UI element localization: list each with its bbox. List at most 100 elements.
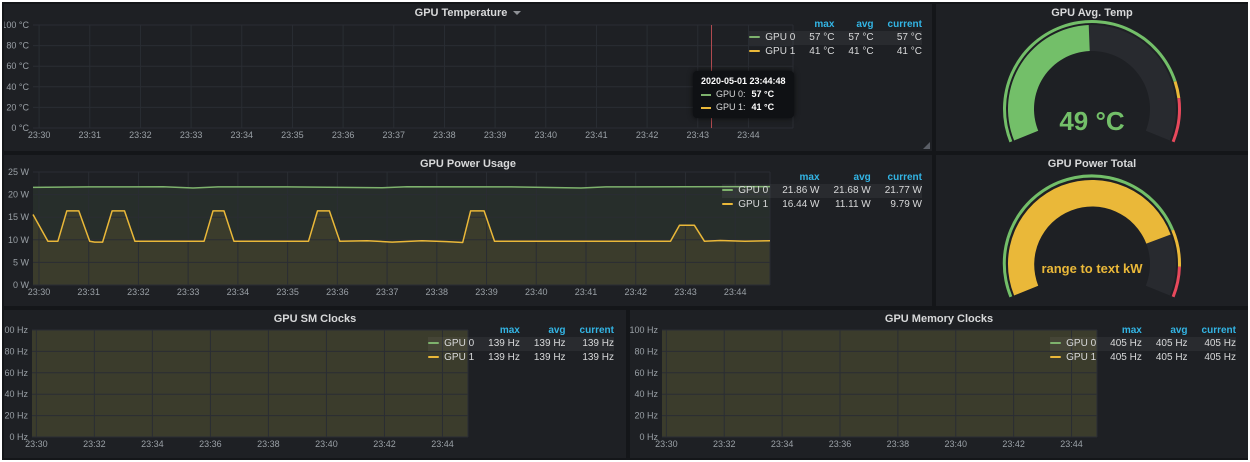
x-axis-label: 23:42 (636, 130, 659, 140)
panel-gpu-power-usage: GPU Power Usage 0 W5 W10 W15 W20 W25 W23… (4, 155, 932, 306)
x-axis-label: 23:40 (315, 439, 338, 449)
legend-header-max: max (768, 171, 819, 184)
x-axis-label: 23:38 (433, 130, 456, 140)
screenshot-frame: GPU Temperature 0 °C20 °C40 °C60 °C80 °C… (0, 0, 1250, 462)
tooltip-row: GPU 1: 41 °C (701, 101, 786, 114)
x-axis-label: 23:34 (771, 439, 794, 449)
series-color-swatch (749, 36, 760, 38)
x-axis-label: 23:42 (373, 439, 396, 449)
y-axis-label: 40 Hz (4, 389, 28, 399)
x-axis-label: 23:32 (713, 439, 736, 449)
y-axis-label: 10 W (8, 235, 30, 245)
legend-row-gpu-0[interactable]: GPU 057 °C57 °C57 °C (749, 31, 922, 45)
x-axis-label: 23:33 (180, 130, 203, 140)
x-axis-label: 23:43 (686, 130, 709, 140)
x-axis-label: 23:44 (431, 439, 454, 449)
tooltip-series-value: 41 °C (752, 102, 775, 112)
y-axis-label: 80 °C (6, 41, 29, 51)
x-axis-label: 23:37 (382, 130, 405, 140)
legend-header-current: current (566, 324, 614, 337)
tooltip-series-name: GPU 1: (716, 102, 746, 112)
chart-legend: maxavgcurrentGPU 0139 Hz139 Hz139 HzGPU … (428, 324, 614, 365)
x-axis-label: 23:36 (332, 130, 355, 140)
tooltip-series-value: 57 °C (752, 89, 775, 99)
x-axis-label: 23:30 (25, 439, 48, 449)
x-axis-label: 23:40 (534, 130, 557, 140)
x-axis-label: 23:36 (326, 287, 349, 297)
legend-row-gpu-1[interactable]: GPU 1139 Hz139 Hz139 Hz (428, 351, 614, 365)
x-axis-label: 23:36 (199, 439, 222, 449)
series-color-swatch (428, 342, 439, 344)
x-axis-label: 23:42 (1002, 439, 1025, 449)
y-axis-label: 100 Hz (630, 325, 658, 335)
chart-legend: maxavgcurrentGPU 021.86 W21.68 W21.77 WG… (722, 171, 922, 212)
x-axis-label: 23:32 (83, 439, 106, 449)
legend-header-current: current (874, 18, 922, 31)
x-axis-label: 23:34 (141, 439, 164, 449)
x-axis-label: 23:36 (829, 439, 852, 449)
legend-header-avg: avg (1142, 324, 1188, 337)
x-axis-label: 23:38 (887, 439, 910, 449)
y-axis-label: 25 W (8, 167, 30, 177)
x-axis-label: 23:44 (1060, 439, 1083, 449)
tooltip-time: 2020-05-01 23:44:48 (701, 75, 786, 88)
x-axis-label: 23:37 (376, 287, 399, 297)
legend-row-gpu-0[interactable]: GPU 0405 Hz405 Hz405 Hz (1050, 337, 1236, 351)
gauge-value: 49 °C (936, 106, 1248, 137)
chart-legend: maxavgcurrentGPU 057 °C57 °C57 °CGPU 141… (749, 18, 922, 59)
panel-resize-handle[interactable] (923, 142, 930, 149)
series-color-swatch (701, 94, 711, 96)
y-axis-label: 20 W (8, 190, 30, 200)
legend-row-gpu-1[interactable]: GPU 1405 Hz405 Hz405 Hz (1050, 351, 1236, 365)
y-axis-label: 100 Hz (4, 325, 28, 335)
x-axis-label: 23:32 (127, 287, 150, 297)
tooltip-series-name: GPU 0: (716, 89, 746, 99)
x-axis-label: 23:35 (276, 287, 299, 297)
y-axis-label: 0 °C (11, 123, 29, 133)
y-axis-label: 100 °C (4, 20, 29, 30)
y-axis-label: 20 °C (6, 102, 29, 112)
x-axis-label: 23:34 (230, 130, 253, 140)
panel-gpu-power-total: GPU Power Total range to text kW (936, 155, 1248, 306)
legend-header-avg: avg (834, 18, 873, 31)
x-axis-label: 23:40 (944, 439, 967, 449)
legend-header-current: current (871, 171, 922, 184)
legend-header-row: maxavgcurrent (749, 18, 922, 31)
legend-row-gpu-1[interactable]: GPU 141 °C41 °C41 °C (749, 45, 922, 59)
y-axis-label: 40 Hz (634, 389, 658, 399)
x-axis-label: 23:32 (129, 130, 152, 140)
legend-header-avg: avg (820, 171, 871, 184)
gpu_power_total-svg (936, 155, 1248, 306)
chart-legend: maxavgcurrentGPU 0405 Hz405 Hz405 HzGPU … (1050, 324, 1236, 365)
grafana-dashboard: GPU Temperature 0 °C20 °C40 °C60 °C80 °C… (2, 2, 1248, 460)
x-axis-label: 23:38 (426, 287, 449, 297)
legend-header-row: maxavgcurrent (1050, 324, 1236, 337)
series-color-swatch (428, 356, 439, 358)
x-axis-label: 23:44 (724, 287, 747, 297)
panel-gpu-avg-temp: GPU Avg. Temp 49 °C (936, 4, 1248, 151)
x-axis-label: 23:42 (624, 287, 647, 297)
x-axis-label: 23:31 (78, 130, 101, 140)
series-color-swatch (722, 203, 733, 205)
panel-gpu-memory-clocks: GPU Memory Clocks 0 Hz20 Hz40 Hz60 Hz80 … (630, 310, 1248, 458)
legend-row-gpu-0[interactable]: GPU 021.86 W21.68 W21.77 W (722, 184, 922, 198)
series-color-swatch (722, 189, 733, 191)
legend-header-row: maxavgcurrent (722, 171, 922, 184)
y-axis-label: 20 Hz (634, 411, 658, 421)
y-axis-label: 40 °C (6, 82, 29, 92)
legend-row-gpu-1[interactable]: GPU 116.44 W11.11 W9.79 W (722, 198, 922, 212)
x-axis-label: 23:41 (575, 287, 598, 297)
gauge-value: range to text kW (936, 261, 1248, 276)
series-color-swatch (1050, 356, 1061, 358)
x-axis-label: 23:44 (737, 130, 760, 140)
x-axis-label: 23:38 (257, 439, 280, 449)
series-color-swatch (1050, 342, 1061, 344)
x-axis-label: 23:39 (475, 287, 498, 297)
x-axis-label: 23:41 (585, 130, 608, 140)
y-axis-label: 80 Hz (634, 346, 658, 356)
gpu-power-total-gauge (936, 155, 1248, 306)
legend-header-max: max (795, 18, 834, 31)
legend-row-gpu-0[interactable]: GPU 0139 Hz139 Hz139 Hz (428, 337, 614, 351)
x-axis-label: 23:43 (674, 287, 697, 297)
panel-gpu-sm-clocks: GPU SM Clocks 0 Hz20 Hz40 Hz60 Hz80 Hz10… (4, 310, 626, 458)
